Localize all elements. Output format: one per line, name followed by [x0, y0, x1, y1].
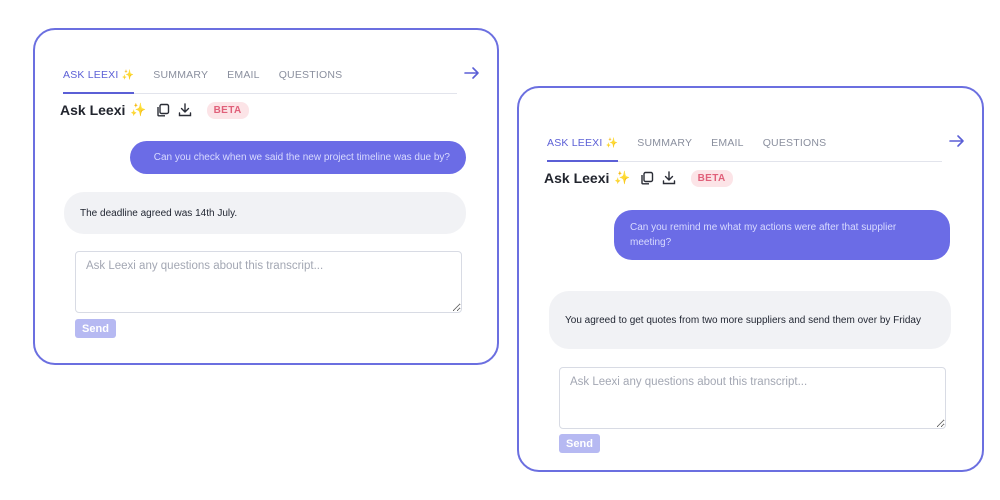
- sparkle-icon: ✨: [121, 70, 135, 81]
- tab-bar: ASK LEEXI ✨ SUMMARY EMAIL QUESTIONS: [547, 135, 964, 162]
- tab-email[interactable]: EMAIL: [711, 136, 744, 162]
- tab-questions[interactable]: QUESTIONS: [763, 136, 827, 162]
- user-message: Can you check when we said the new proje…: [130, 141, 466, 174]
- panel-title: Ask Leexi: [544, 170, 610, 186]
- tab-summary[interactable]: SUMMARY: [637, 136, 692, 162]
- panel-title: Ask Leexi: [60, 102, 126, 118]
- sparkle-icon: ✨: [130, 102, 147, 117]
- copy-icon[interactable]: [155, 102, 171, 118]
- question-input[interactable]: [559, 367, 946, 429]
- tab-summary[interactable]: SUMMARY: [153, 68, 208, 94]
- chat-card-2: ASK LEEXI ✨ SUMMARY EMAIL QUESTIONS Ask …: [517, 86, 984, 472]
- send-button[interactable]: Send: [559, 434, 600, 453]
- panel-header: Ask Leexi ✨ BETA: [544, 168, 733, 188]
- sparkle-icon: ✨: [614, 170, 631, 185]
- copy-icon[interactable]: [639, 170, 655, 186]
- sparkle-icon: ✨: [605, 138, 619, 149]
- chat-card-1: ASK LEEXI ✨ SUMMARY EMAIL QUESTIONS Ask …: [33, 28, 499, 365]
- assistant-message: You agreed to get quotes from two more s…: [549, 291, 951, 349]
- tab-ask-leexi[interactable]: ASK LEEXI ✨: [63, 68, 135, 94]
- arrow-right-icon[interactable]: [459, 62, 485, 84]
- download-icon[interactable]: [661, 170, 677, 186]
- beta-badge: BETA: [206, 101, 249, 119]
- arrow-right-icon[interactable]: [944, 130, 970, 152]
- beta-badge: BETA: [690, 169, 733, 187]
- tab-questions[interactable]: QUESTIONS: [279, 68, 343, 94]
- download-icon[interactable]: [177, 102, 193, 118]
- tab-ask-leexi[interactable]: ASK LEEXI ✨: [547, 136, 619, 162]
- panel-header: Ask Leexi ✨ BETA: [60, 100, 249, 120]
- send-button[interactable]: Send: [75, 319, 116, 338]
- assistant-message: The deadline agreed was 14th July.: [64, 192, 466, 234]
- user-message: Can you remind me what my actions were a…: [614, 210, 950, 260]
- tab-bar: ASK LEEXI ✨ SUMMARY EMAIL QUESTIONS: [63, 67, 479, 94]
- question-input[interactable]: [75, 251, 462, 313]
- tab-email[interactable]: EMAIL: [227, 68, 260, 94]
